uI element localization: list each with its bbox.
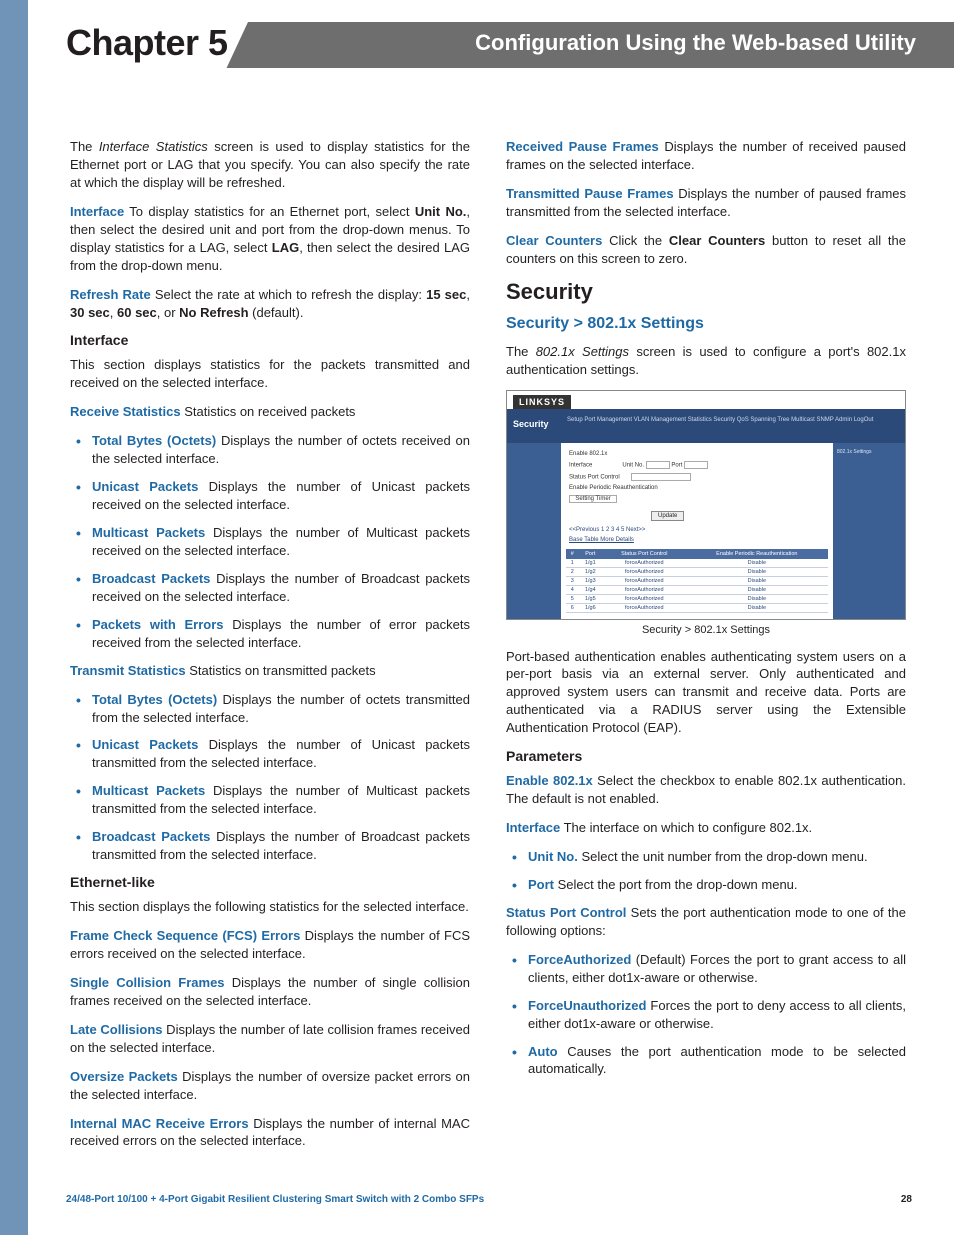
ports-table: # Port Status Port Control Enable Period…	[566, 549, 827, 613]
transmit-stats-list: Total Bytes (Octets) Displays the number…	[70, 691, 470, 865]
eth-item: Frame Check Sequence (FCS) Errors Displa…	[70, 927, 470, 963]
figure-caption: Security > 802.1x Settings	[506, 624, 906, 636]
form-row-interface: Interface Unit No. Port	[561, 459, 833, 471]
receive-stats-list: Total Bytes (Octets) Displays the number…	[70, 432, 470, 651]
interface-param: Interface To display statistics for an E…	[70, 203, 470, 275]
form-row-setting: Setting Timer	[561, 493, 833, 505]
form-row-enable: Enable 802.1x	[561, 449, 833, 459]
left-column: The Interface Statistics screen is used …	[70, 138, 470, 1161]
receive-statistics-label: Receive Statistics Statistics on receive…	[70, 403, 470, 421]
screenshot-main: Enable 802.1x Interface Unit No. Port St…	[561, 443, 833, 619]
list-item: Packets with Errors Displays the number …	[70, 616, 470, 652]
clear-counters: Clear Counters Click the Clear Counters …	[506, 232, 906, 268]
table-row: 61/g6forceAuthorizedDisable	[566, 603, 827, 612]
list-item: ForceAuthorized (Default) Forces the por…	[506, 951, 906, 987]
content-columns: The Interface Statistics screen is used …	[28, 78, 954, 1161]
document-page: Chapter 5 Configuration Using the Web-ba…	[0, 0, 954, 1235]
received-pause-frames: Received Pause Frames Displays the numbe…	[506, 138, 906, 174]
list-item: Unit No. Select the unit number from the…	[506, 848, 906, 866]
interface-param-right: Interface The interface on which to conf…	[506, 819, 906, 837]
status-port-control-param: Status Port Control Sets the port authen…	[506, 904, 906, 940]
table-row: 11/g1forceAuthorizedDisable	[566, 559, 827, 568]
right-column: Received Pause Frames Displays the numbe…	[506, 138, 906, 1161]
parameters-heading: Parameters	[506, 748, 906, 764]
page-footer: 24/48-Port 10/100 + 4-Port Gigabit Resil…	[66, 1194, 912, 1205]
interface-section-text: This section displays statistics for the…	[70, 356, 470, 392]
transmit-statistics-label: Transmit Statistics Statistics on transm…	[70, 662, 470, 680]
list-item: Unicast Packets Displays the number of U…	[70, 478, 470, 514]
update-button: Update	[651, 511, 684, 521]
table-links: Base Table More Details	[561, 535, 833, 545]
list-item: Auto Causes the port authentication mode…	[506, 1043, 906, 1079]
screenshot-header-band	[507, 409, 905, 443]
chapter-title: Chapter 5	[66, 22, 228, 64]
table-pager: <<Previous 1 2 3 4 5 Next>>	[561, 525, 833, 535]
security-heading: Security	[506, 279, 906, 305]
status-port-control-list: ForceAuthorized (Default) Forces the por…	[506, 951, 906, 1079]
interface-items-list: Unit No. Select the unit number from the…	[506, 848, 906, 894]
interface-heading: Interface	[70, 332, 470, 348]
port-select	[684, 461, 708, 469]
table-row: 41/g4forceAuthorizedDisable	[566, 585, 827, 594]
setting-timer-button: Setting Timer	[569, 495, 617, 503]
ethernet-like-text: This section displays the following stat…	[70, 898, 470, 916]
table-header-row: # Port Status Port Control Enable Period…	[566, 549, 827, 559]
screenshot-help-panel: 802.1x Settings	[833, 443, 905, 619]
form-row-status: Status Port Control	[561, 471, 833, 483]
eth-item: Oversize Packets Displays the number of …	[70, 1068, 470, 1104]
table-row: 51/g5forceAuthorizedDisable	[566, 594, 827, 603]
security-settings-figure: LINKSYS Security Setup Port Management V…	[506, 390, 906, 636]
footer-page-number: 28	[901, 1194, 912, 1205]
eth-item: Late Collisions Displays the number of l…	[70, 1021, 470, 1057]
ethernet-like-heading: Ethernet-like	[70, 874, 470, 890]
eth-item: Single Collision Frames Displays the num…	[70, 974, 470, 1010]
list-item: Multicast Packets Displays the number of…	[70, 524, 470, 560]
help-panel-title: 802.1x Settings	[837, 449, 901, 456]
transmitted-pause-frames: Transmitted Pause Frames Displays the nu…	[506, 185, 906, 221]
page-header: Chapter 5 Configuration Using the Web-ba…	[28, 0, 954, 78]
list-item: Total Bytes (Octets) Displays the number…	[70, 432, 470, 468]
table-row: 31/g3forceAuthorizedDisable	[566, 576, 827, 585]
intro-paragraph: The Interface Statistics screen is used …	[70, 138, 470, 192]
enable-8021x-param: Enable 802.1x Select the checkbox to ena…	[506, 772, 906, 808]
left-margin-stripe	[0, 0, 28, 1235]
list-item: Total Bytes (Octets) Displays the number…	[70, 691, 470, 727]
screenshot-box: LINKSYS Security Setup Port Management V…	[506, 390, 906, 620]
security-subheading: Security > 802.1x Settings	[506, 315, 906, 333]
security-intro: The 802.1x Settings screen is used to co…	[506, 343, 906, 379]
form-row-periodic: Enable Periodic Reauthentication	[561, 483, 833, 493]
list-item: Broadcast Packets Displays the number of…	[70, 570, 470, 606]
refresh-rate-param: Refresh Rate Select the rate at which to…	[70, 286, 470, 322]
status-select	[631, 473, 691, 481]
list-item: Multicast Packets Displays the number of…	[70, 782, 470, 818]
screenshot-sidebar	[507, 443, 561, 619]
table-row: 21/g2forceAuthorizedDisable	[566, 567, 827, 576]
eth-item: Internal MAC Receive Errors Displays the…	[70, 1115, 470, 1151]
list-item: Unicast Packets Displays the number of U…	[70, 736, 470, 772]
utility-title: Configuration Using the Web-based Utilit…	[475, 30, 916, 56]
list-item: Broadcast Packets Displays the number of…	[70, 828, 470, 864]
screenshot-tabs: Setup Port Management VLAN Management St…	[567, 417, 873, 423]
port-auth-text: Port-based authentication enables authen…	[506, 648, 906, 738]
unit-select	[646, 461, 670, 469]
screenshot-tab-security: Security	[513, 419, 549, 429]
list-item: ForceUnauthorized Forces the port to den…	[506, 997, 906, 1033]
linksys-logo: LINKSYS	[513, 395, 571, 409]
footer-product: 24/48-Port 10/100 + 4-Port Gigabit Resil…	[66, 1194, 484, 1205]
list-item: Port Select the port from the drop-down …	[506, 876, 906, 894]
